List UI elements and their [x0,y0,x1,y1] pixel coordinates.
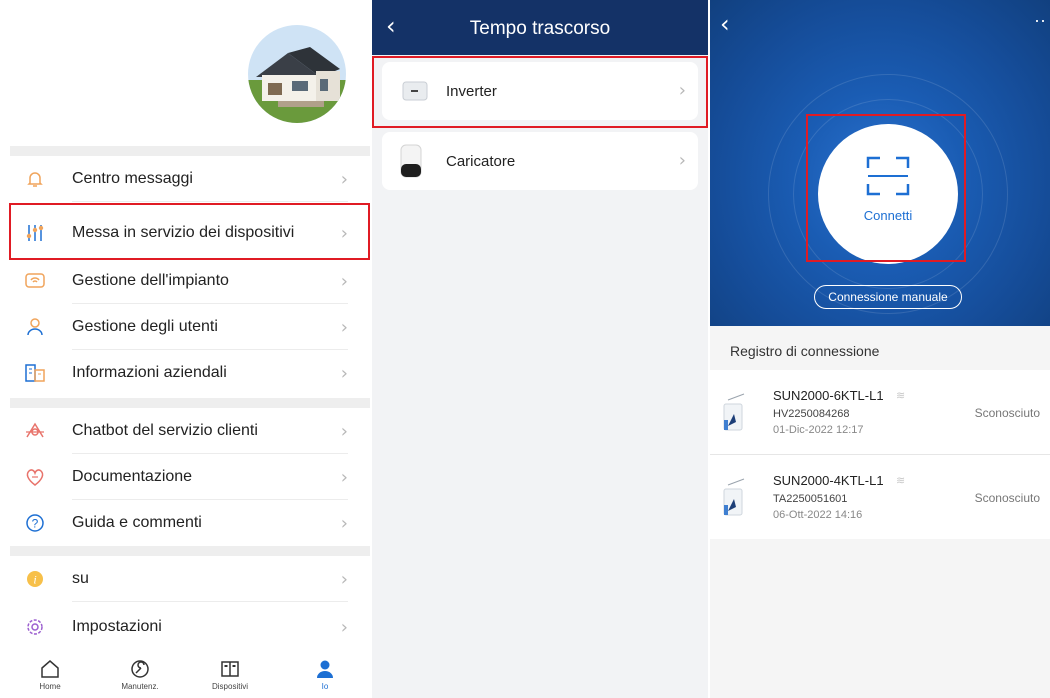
tab-label: Home [39,682,61,691]
tab-label: Manutenz. [121,682,159,691]
manual-connection-button[interactable]: Connessione manuale [814,285,962,309]
menu-item-su[interactable]: i su › [10,556,370,602]
connect-label: Connetti [863,208,913,223]
more-icon[interactable]: ·· [1034,10,1046,31]
menu-item-label: Guida e commenti [72,514,202,531]
svg-text:?: ? [32,517,39,531]
menu-item-centro-messaggi[interactable]: Centro messaggi › [10,156,370,202]
device-status: Sconosciuto [974,406,1040,420]
charger-icon [400,144,422,183]
menu-item-label: Messa in servizio dei dispositivi [72,224,295,241]
user-icon [23,315,47,339]
device-row[interactable]: SUN2000-6KTL-L1 ≋ HV2250084268 01-Dic-20… [710,370,1050,454]
chevron-right-icon: › [340,467,348,488]
profile-panel: Centro messaggi › Messa in servizio dei … [0,0,370,698]
menu-item-label: su [72,570,89,587]
menu-item-guida-commenti[interactable]: ? Guida e commenti › [10,500,370,546]
wifi-icon: ≋ [896,390,906,402]
device-status: Sconosciuto [974,491,1040,505]
device-model: SUN2000-6KTL-L1 [773,388,884,403]
tempo-trascorso-panel: ‹ Tempo trascorso Inverter › Caricatore … [372,0,708,698]
chevron-right-icon: › [340,617,348,638]
back-arrow-icon[interactable]: ‹ [720,10,730,38]
connect-button[interactable]: Connetti [818,124,958,264]
chevron-right-icon: › [340,421,348,442]
tab-io[interactable]: Io [285,650,365,698]
section-divider [10,146,370,156]
list-item-caricatore[interactable]: Caricatore › [382,132,698,190]
building-icon [23,361,47,385]
connect-hero: ‹ ·· Connetti Connessione manuale [710,0,1050,326]
chevron-right-icon: › [340,223,348,244]
menu-item-label: Chatbot del servizio clienti [72,422,258,439]
inverter-device-icon [720,392,752,432]
tab-label: Io [321,682,329,691]
menu-item-label: Impostazioni [72,618,162,635]
home-icon [10,650,90,680]
devices-icon [190,650,270,680]
list-item-inverter[interactable]: Inverter › [382,62,698,120]
inverter-icon [402,81,428,106]
device-model: SUN2000-4KTL-L1 [773,473,884,488]
chevron-right-icon: › [678,80,686,101]
menu-item-label: Documentazione [72,468,193,485]
section-divider [10,546,370,556]
list-item-label: Inverter [446,82,497,100]
bottom-tab-bar: Home Manutenz. Dispositivi Io [10,650,370,698]
device-date: 01-Dic-2022 12:17 [773,424,864,436]
svg-text:i: i [33,573,36,587]
sliders-icon [23,221,47,245]
row-divider [72,601,348,602]
chevron-right-icon: › [678,150,686,171]
chevron-right-icon: › [340,271,348,292]
wifi-icon: ≋ [896,475,906,487]
menu-item-label: Gestione degli utenti [72,318,218,335]
row-divider [72,201,348,202]
chatbot-icon [23,419,47,443]
device-date: 06-Ott-2022 14:16 [773,509,863,521]
page-title: Tempo trascorso [469,18,611,39]
help-icon: ? [23,511,47,535]
chevron-right-icon: › [340,513,348,534]
device-row[interactable]: SUN2000-4KTL-L1 ≋ TA2250051601 06-Ott-20… [710,455,1050,539]
avatar[interactable] [248,25,346,123]
list-item-label: Caricatore [446,152,516,170]
chevron-right-icon: › [340,317,348,338]
menu-item-label: Informazioni aziendali [72,364,227,381]
menu-item-messa-in-servizio[interactable]: Messa in servizio dei dispositivi › [10,210,370,256]
menu-item-gestione-impianto[interactable]: Gestione dell'impianto › [10,258,370,304]
menu-item-impostazioni[interactable]: Impostazioni › [10,604,370,650]
settings-icon [23,615,47,639]
chevron-right-icon: › [340,169,348,190]
menu-item-documentazione[interactable]: Documentazione › [10,454,370,500]
header-bar: ‹ Tempo trascorso [372,0,708,55]
section-title: Registro di connessione [730,343,880,359]
menu-item-label: Gestione dell'impianto [72,272,229,289]
menu-item-chatbot[interactable]: Chatbot del servizio clienti › [10,408,370,454]
tab-label: Dispositivi [211,682,248,691]
chevron-right-icon: › [340,569,348,590]
bell-icon [23,167,47,191]
scan-icon [866,156,910,201]
tab-dispositivi[interactable]: Dispositivi [190,650,270,698]
person-icon [285,650,365,680]
menu-item-label: Centro messaggi [72,170,193,187]
device-serial: HV2250084268 [773,408,850,420]
device-serial: TA2250051601 [773,493,848,505]
menu-item-gestione-utenti[interactable]: Gestione degli utenti › [10,304,370,350]
connect-panel: ‹ ·· Connetti Connessione manuale Regist… [710,0,1050,698]
section-divider [10,398,370,408]
tab-home[interactable]: Home [10,650,90,698]
tab-manutenzione[interactable]: Manutenz. [100,650,180,698]
menu-item-informazioni-aziendali[interactable]: Informazioni aziendali › [10,350,370,396]
document-icon [23,465,47,489]
inverter-device-icon [720,477,752,517]
info-icon: i [23,567,47,591]
plant-icon [23,269,47,293]
chevron-right-icon: › [340,363,348,384]
maintenance-icon [100,650,180,680]
